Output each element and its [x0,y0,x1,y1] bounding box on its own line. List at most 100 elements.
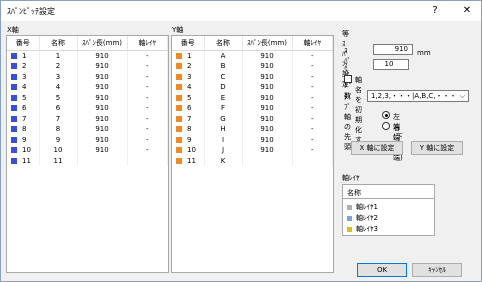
table-cell[interactable]: 2 [172,61,205,72]
table-cell[interactable]: - [127,61,168,72]
table-row[interactable]: 9 9 910- [7,134,168,145]
init-names-checkbox[interactable] [344,75,352,83]
table-cell[interactable]: 910 [242,145,293,156]
close-button[interactable]: ✕ [453,1,481,21]
table-cell[interactable]: J [204,145,243,156]
table-cell[interactable]: - [292,82,333,93]
table-row[interactable]: 3 C 910- [172,71,333,82]
table-cell[interactable]: 910 [242,134,293,145]
table-cell[interactable]: 910 [77,113,128,124]
axis-layer-item[interactable]: 軸ﾚｲﾔ1 [347,202,378,212]
axis-layer-list[interactable]: 名称 軸ﾚｲﾔ1 軸ﾚｲﾔ2 軸ﾚｲﾔ3 [342,184,435,236]
table-cell[interactable]: - [127,103,168,114]
table-cell[interactable]: C [204,71,243,82]
table-cell[interactable]: K [204,155,243,166]
table-cell[interactable]: - [127,113,168,124]
table-cell[interactable]: 3 [7,71,40,82]
table-cell[interactable]: - [292,124,333,135]
table-cell[interactable]: 4 [172,82,205,93]
column-header[interactable]: ｽﾊﾟﾝ長(mm) [77,36,128,51]
set-y-axis-button[interactable]: Y 軸に設定 [411,141,463,155]
table-row[interactable]: 5 5 910- [7,92,168,103]
table-row[interactable]: 6 F 910- [172,103,333,114]
table-cell[interactable]: - [127,145,168,156]
table-cell[interactable]: 11 [7,155,40,166]
table-cell[interactable]: 910 [242,71,293,82]
radio-left-end[interactable] [382,111,390,119]
table-cell[interactable]: 4 [7,82,40,93]
radio-right-end[interactable] [382,122,390,130]
table-cell[interactable]: 3 [172,71,205,82]
column-header[interactable]: 番号 [7,36,40,51]
column-header[interactable]: 軸ﾚｲﾔ [292,36,333,51]
table-row[interactable]: 4 4 910- [7,82,168,93]
table-cell[interactable]: 910 [77,134,128,145]
table-cell[interactable]: 9 [7,134,40,145]
table-cell[interactable] [127,155,168,166]
table-cell[interactable]: 6 [172,103,205,114]
table-cell[interactable]: 6 [39,103,78,114]
table-cell[interactable]: - [292,103,333,114]
column-header[interactable]: ｽﾊﾟﾝ長(mm) [242,36,293,51]
table-cell[interactable]: 5 [7,92,40,103]
axis-layer-item[interactable]: 軸ﾚｲﾔ3 [347,224,378,234]
table-cell[interactable]: 5 [172,92,205,103]
table-cell[interactable]: - [127,134,168,145]
table-cell[interactable]: 1 [39,50,78,61]
table-cell[interactable]: 910 [77,71,128,82]
table-cell[interactable]: 9 [172,134,205,145]
table-cell[interactable]: 2 [7,61,40,72]
table-row[interactable]: 2 2 910- [7,61,168,72]
table-cell[interactable]: 11 [39,155,78,166]
table-cell[interactable]: 5 [39,92,78,103]
table-cell[interactable]: 910 [77,61,128,72]
table-row[interactable]: 6 6 910- [7,103,168,114]
help-button[interactable]: ? [421,1,449,21]
table-row[interactable]: 11 11 [7,155,168,166]
axis-layer-item[interactable]: 軸ﾚｲﾔ2 [347,213,378,223]
cancel-button[interactable]: ｷｬﾝｾﾙ [412,263,462,277]
set-x-axis-button[interactable]: X 軸に設定 [351,141,403,155]
table-cell[interactable]: - [292,145,333,156]
table-cell[interactable]: H [204,124,243,135]
table-cell[interactable]: I [204,134,243,145]
table-cell[interactable]: B [204,61,243,72]
table-cell[interactable]: 910 [77,124,128,135]
table-cell[interactable]: 2 [39,61,78,72]
table-cell[interactable]: - [292,71,333,82]
table-cell[interactable]: 6 [7,103,40,114]
table-cell[interactable]: 910 [77,50,128,61]
column-header[interactable]: 番号 [172,36,205,51]
table-row[interactable]: 3 3 910- [7,71,168,82]
table-cell[interactable]: 910 [77,103,128,114]
table-row[interactable]: 7 G 910- [172,113,333,124]
table-cell[interactable]: E [204,92,243,103]
table-cell[interactable]: 8 [39,124,78,135]
span-count-input[interactable]: 10 [373,59,409,70]
y-axis-grid[interactable]: 番号 名称 ｽﾊﾟﾝ長(mm) 軸ﾚｲﾔ 1 A 910-2 B 910-3 C 910-4… [171,35,334,273]
table-cell[interactable]: - [292,134,333,145]
table-row[interactable]: 7 7 910- [7,113,168,124]
ok-button[interactable]: OK [357,263,407,277]
table-cell[interactable]: 7 [172,113,205,124]
table-cell[interactable]: - [292,92,333,103]
table-cell[interactable]: - [127,71,168,82]
table-cell[interactable] [242,155,293,166]
table-row[interactable]: 1 A 910- [172,50,333,61]
table-cell[interactable]: 7 [39,113,78,124]
table-cell[interactable]: F [204,103,243,114]
table-cell[interactable]: 1 [172,50,205,61]
table-cell[interactable]: - [292,50,333,61]
table-cell[interactable] [292,155,333,166]
table-row[interactable]: 9 I 910- [172,134,333,145]
table-cell[interactable]: 910 [242,82,293,93]
table-row[interactable]: 10 J 910- [172,145,333,156]
table-row[interactable]: 1 1 910- [7,50,168,61]
table-row[interactable]: 10 10 910- [7,145,168,156]
table-cell[interactable]: 910 [77,92,128,103]
table-cell[interactable]: 910 [242,103,293,114]
table-cell[interactable]: 9 [39,134,78,145]
table-cell[interactable]: 910 [242,113,293,124]
table-cell[interactable]: - [127,50,168,61]
table-cell[interactable]: 910 [77,145,128,156]
